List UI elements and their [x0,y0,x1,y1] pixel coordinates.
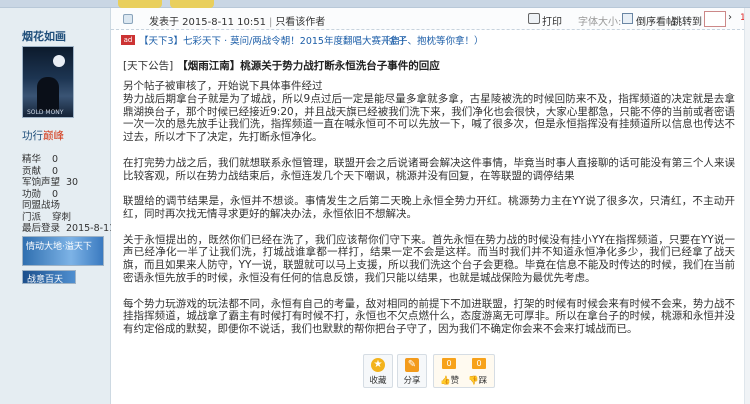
ad-tag: ad [121,35,135,45]
post-body: 另个帖子被审核了，开始说下具体事件经过 势力战后期拿台子就是为了城战，所以9点过… [123,80,735,349]
favorite-label: 收藏 [369,376,387,386]
share-label: 分享 [403,376,421,386]
post-paragraph: 在打完势力战之后，我们就想联系永恒管理，联盟开会之后说诸哥会解决这件事情，毕竟当… [123,156,735,182]
stat-label: 最后登录 [22,223,61,234]
online-status-icon [123,14,133,24]
username-link[interactable]: 烟花如画 [22,28,66,44]
dislike-button[interactable]: 👎踩 [468,374,487,386]
stat-label: 贡献 [22,165,42,177]
avatar-text: SOLD MONY [27,109,64,116]
stat-row: 门派 穿刺 [22,212,108,224]
stat-label: 军饷声望 [22,177,61,188]
level-name[interactable]: 巅峰 [43,130,64,142]
dislike-label: 踩 [478,376,488,386]
dislike-count: 0 [472,358,486,369]
user-level: 功行巅峰 [22,128,64,143]
new-thread-button[interactable] [170,0,214,8]
user-stats: 精华 0 贡献 0 军饷声望 30 功勋 0 同盟战场 门派 穿刺 最后登录 2015-8-… [22,154,115,235]
post-title-bar: [天下公告] 【烟雨江南】桃源关于势力战打断永恒洗台子事件的回应 [123,58,440,73]
print-link[interactable]: 打印 [542,13,562,28]
only-author-link[interactable]: 只看该作者 [275,17,325,28]
stat-value: 2015-8-11 [66,223,116,234]
stat-value: 30 [66,177,79,188]
medal2-text: 战意百天 [27,275,64,285]
post-paragraph: 关于永恒提出的，既然你们已经在洗了，我们应该帮你们守下来。首先永恒在势力战的时候… [123,233,735,284]
favorite-button[interactable]: ★ 收藏 [363,354,393,388]
reverse-order-icon[interactable] [622,13,633,24]
stat-value: 0 [52,154,59,165]
ad-link[interactable]: 【天下3】七彩天下 · 莫问/两战令朝！2015年度翻唱大赛开启！ [139,33,409,47]
stat-label: 同盟战场 [22,200,61,211]
jump-label: 跳转到 [672,17,702,28]
font-size-control[interactable]: 字体大小: [578,13,621,28]
avatar[interactable]: SOLD MONY [22,46,74,118]
stat-row: 功勋 0 [22,189,108,201]
vote-box: 0 0 👍赞 👎踩 [433,354,495,388]
medal-badge[interactable]: 情动大地·溢天下 [22,236,104,266]
print-icon[interactable] [528,13,540,24]
level-label: 功行 [22,130,43,142]
stat-row: 军饷声望 30 [22,177,108,189]
stat-row: 贡献 0 [22,166,108,178]
scrollbar[interactable] [744,8,750,404]
thumbs-up-icon: 👍 [440,376,451,386]
post-header: 发表于 2015-8-11 10:51 | 只看该作者 打印 字体大小: 倒序看帖 … [111,8,750,30]
jump-floor-input[interactable] [704,11,726,27]
like-count: 0 [442,358,456,369]
post-paragraph: 势力战后期拿台子就是为了城战，所以9点过后一定是能尽量多拿就多拿，古星陵被洗的时… [123,92,735,144]
ad-link-2[interactable]: （金子、抱枕等你拿！） [379,33,484,47]
post-title: 【烟雨江南】桃源关于势力战打断永恒洗台子事件的回应 [177,60,440,72]
stat-value: 0 [52,165,59,177]
post-main: 发表于 2015-8-11 10:51 | 只看该作者 打印 字体大小: 倒序看帖 … [111,8,750,404]
avatar-moon [53,55,65,67]
page: 烟花如画 SOLD MONY 功行巅峰 精华 0 贡献 0 军饷声望 30 功勋 0 同… [0,0,750,404]
share-icon: ✎ [405,358,419,372]
reply-button[interactable] [118,0,162,8]
post-category[interactable]: [天下公告] [123,60,173,72]
post-time: 发表于 2015-8-11 10:51 | 只看该作者 [149,13,325,28]
like-label: 赞 [450,376,460,386]
stat-value: 0 [52,188,59,200]
stat-row: 同盟战场 [22,200,108,212]
like-button[interactable]: 👍赞 [440,374,459,386]
stat-row: 最后登录 2015-8-11 [22,223,115,235]
posted-time: 发表于 2015-8-11 10:51 [149,17,266,28]
ad-bar: ad 【天下3】七彩天下 · 莫问/两战令朝！2015年度翻唱大赛开启！ （金子… [111,33,750,47]
star-icon: ★ [371,358,385,372]
stat-label: 门派 [22,211,42,223]
stat-row: 精华 0 [22,154,108,166]
thumbs-down-icon: 👎 [468,376,479,386]
post-paragraph: 联盟给的调节结果是，永恒并不想谈。事情发生之后第二天晚上永恒全势力开红。桃源势力… [123,195,735,220]
post-paragraph: 另个帖子被审核了，开始说下具体事件经过 [123,80,323,92]
avatar-figure [37,77,59,111]
medal-badge-2[interactable]: 战意百天 [22,270,76,285]
stat-label: 精华 [22,154,42,165]
top-strip [0,0,750,8]
medal-text: 情动大地·溢天下 [26,242,92,252]
share-button[interactable]: ✎ 分享 [397,354,427,388]
stat-value: 穿刺 [52,211,72,223]
user-sidebar: 烟花如画 SOLD MONY 功行巅峰 精华 0 贡献 0 军饷声望 30 功勋 0 同… [0,8,115,404]
post-paragraph: 每个势力玩游戏的玩法都不同，永恒有自己的考量，敌对相同的前提下不加进联盟，打架的… [123,297,735,336]
jump-go-button[interactable]: › [728,12,738,26]
stat-label: 功勋 [22,188,42,200]
reverse-order-link[interactable]: 倒序看帖 [636,13,676,28]
separator: | [268,17,273,28]
